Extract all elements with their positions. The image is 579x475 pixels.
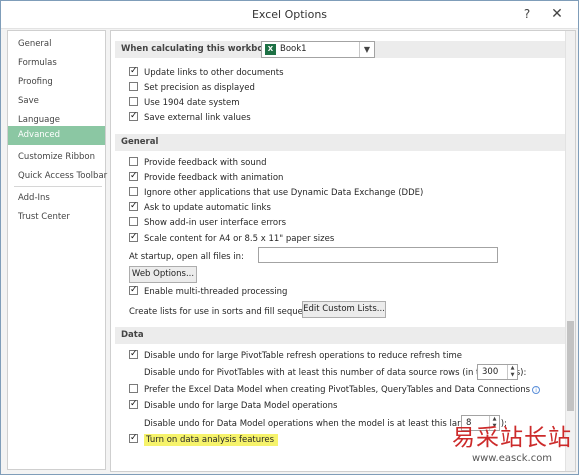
watermark-text: 易采站长站 [452, 425, 572, 451]
data-section-header: Data [115, 327, 565, 344]
option-scale-content[interactable]: Scale content for A4 or 8.5 x 11" paper … [129, 231, 334, 245]
addin-errors-checkbox[interactable] [129, 217, 138, 226]
ignore-dde-checkbox[interactable] [129, 187, 138, 196]
options-sidebar: General Formulas Proofing Save Language … [7, 30, 107, 470]
sidebar-item-quick-access-toolbar[interactable]: Quick Access Toolbar [8, 167, 107, 186]
disable-undo-pivot-refresh-checkbox[interactable] [129, 348, 138, 360]
prefer-data-model-checkbox[interactable] [129, 384, 138, 393]
ask-update-links-checkbox[interactable] [129, 200, 138, 212]
web-options-button[interactable]: Web Options... [129, 266, 197, 283]
option-update-links[interactable]: Update links to other documents [129, 65, 284, 79]
sidebar-item-save[interactable]: Save [8, 92, 105, 111]
option-save-external-links[interactable]: Save external link values [129, 110, 251, 124]
sidebar-divider [14, 186, 102, 187]
multithread-checkbox[interactable] [129, 284, 138, 296]
title-bar: Excel Options ? ✕ [1, 1, 578, 29]
watermark: 易采站长站 www.easck.com [452, 418, 572, 464]
close-button[interactable]: ✕ [547, 5, 567, 23]
sidebar-item-advanced[interactable]: Advanced [8, 126, 105, 145]
option-addin-errors[interactable]: Show add-in user interface errors [129, 217, 286, 229]
option-1904-date[interactable]: Use 1904 date system [129, 97, 240, 109]
excel-options-window: Excel Options ? ✕ General Formulas Proof… [0, 0, 579, 475]
update-links-checkbox[interactable] [129, 65, 138, 77]
pivot-rows-value: 300 [482, 367, 499, 377]
option-set-precision[interactable]: Set precision as displayed [129, 82, 255, 94]
sidebar-item-general[interactable]: General [8, 35, 105, 54]
custom-lists-label: Create lists for use in sorts and fill s… [129, 307, 326, 317]
option-ask-update-links[interactable]: Ask to update automatic links [129, 200, 271, 214]
sidebar-item-formulas[interactable]: Formulas [8, 54, 105, 73]
feedback-sound-checkbox[interactable] [129, 157, 138, 166]
disable-undo-data-model-checkbox[interactable] [129, 398, 138, 410]
date-1904-checkbox[interactable] [129, 97, 138, 106]
sidebar-item-add-ins[interactable]: Add-Ins [8, 189, 105, 208]
watermark-url: www.easck.com [471, 453, 553, 464]
pivot-rows-spinner[interactable]: 300 ▲ ▼ [477, 364, 518, 380]
workbook-section-label: When calculating this workbook: [121, 44, 279, 54]
option-disable-undo-pivot-refresh[interactable]: Disable undo for large PivotTable refres… [129, 348, 462, 362]
general-section-header: General [115, 134, 565, 151]
feedback-animation-checkbox[interactable] [129, 170, 138, 182]
startup-folder-input[interactable] [258, 247, 498, 263]
window-title: Excel Options [251, 8, 328, 21]
pivot-rows-label: Disable undo for PivotTables with at lea… [144, 368, 527, 378]
chevron-down-icon[interactable]: ▼ [359, 42, 374, 57]
save-external-links-checkbox[interactable] [129, 110, 138, 122]
info-icon[interactable]: i [532, 386, 541, 394]
option-multithread[interactable]: Enable multi-threaded processing [129, 284, 287, 298]
startup-folder-label: At startup, open all files in: [129, 252, 244, 262]
scale-content-checkbox[interactable] [129, 231, 138, 243]
option-prefer-data-model[interactable]: Prefer the Excel Data Model when creatin… [129, 384, 541, 396]
sidebar-item-customize-ribbon[interactable]: Customize Ribbon [8, 148, 105, 167]
spinner-arrows-icon[interactable]: ▲ ▼ [507, 365, 517, 379]
set-precision-checkbox[interactable] [129, 82, 138, 91]
vertical-scrollbar[interactable] [565, 31, 575, 471]
advanced-options-panel: When calculating this workbook: X Book1 … [110, 30, 576, 472]
option-ignore-dde[interactable]: Ignore other applications that use Dynam… [129, 187, 423, 199]
option-data-analysis[interactable]: Turn on data analysis features [129, 432, 279, 446]
option-feedback-animation[interactable]: Provide feedback with animation [129, 170, 283, 184]
sidebar-item-trust-center[interactable]: Trust Center [8, 208, 105, 227]
scrollbar-thumb[interactable] [567, 321, 574, 411]
option-feedback-sound[interactable]: Provide feedback with sound [129, 157, 267, 169]
help-button[interactable]: ? [517, 5, 537, 23]
workbook-dropdown[interactable]: X Book1 ▼ [261, 41, 375, 58]
data-analysis-checkbox[interactable] [129, 432, 138, 444]
workbook-dropdown-value: Book1 [280, 44, 307, 54]
sidebar-item-proofing[interactable]: Proofing [8, 73, 105, 92]
excel-workbook-icon: X [265, 44, 276, 55]
option-disable-undo-data-model[interactable]: Disable undo for large Data Model operat… [129, 398, 337, 412]
edit-custom-lists-button[interactable]: Edit Custom Lists... [302, 301, 386, 318]
